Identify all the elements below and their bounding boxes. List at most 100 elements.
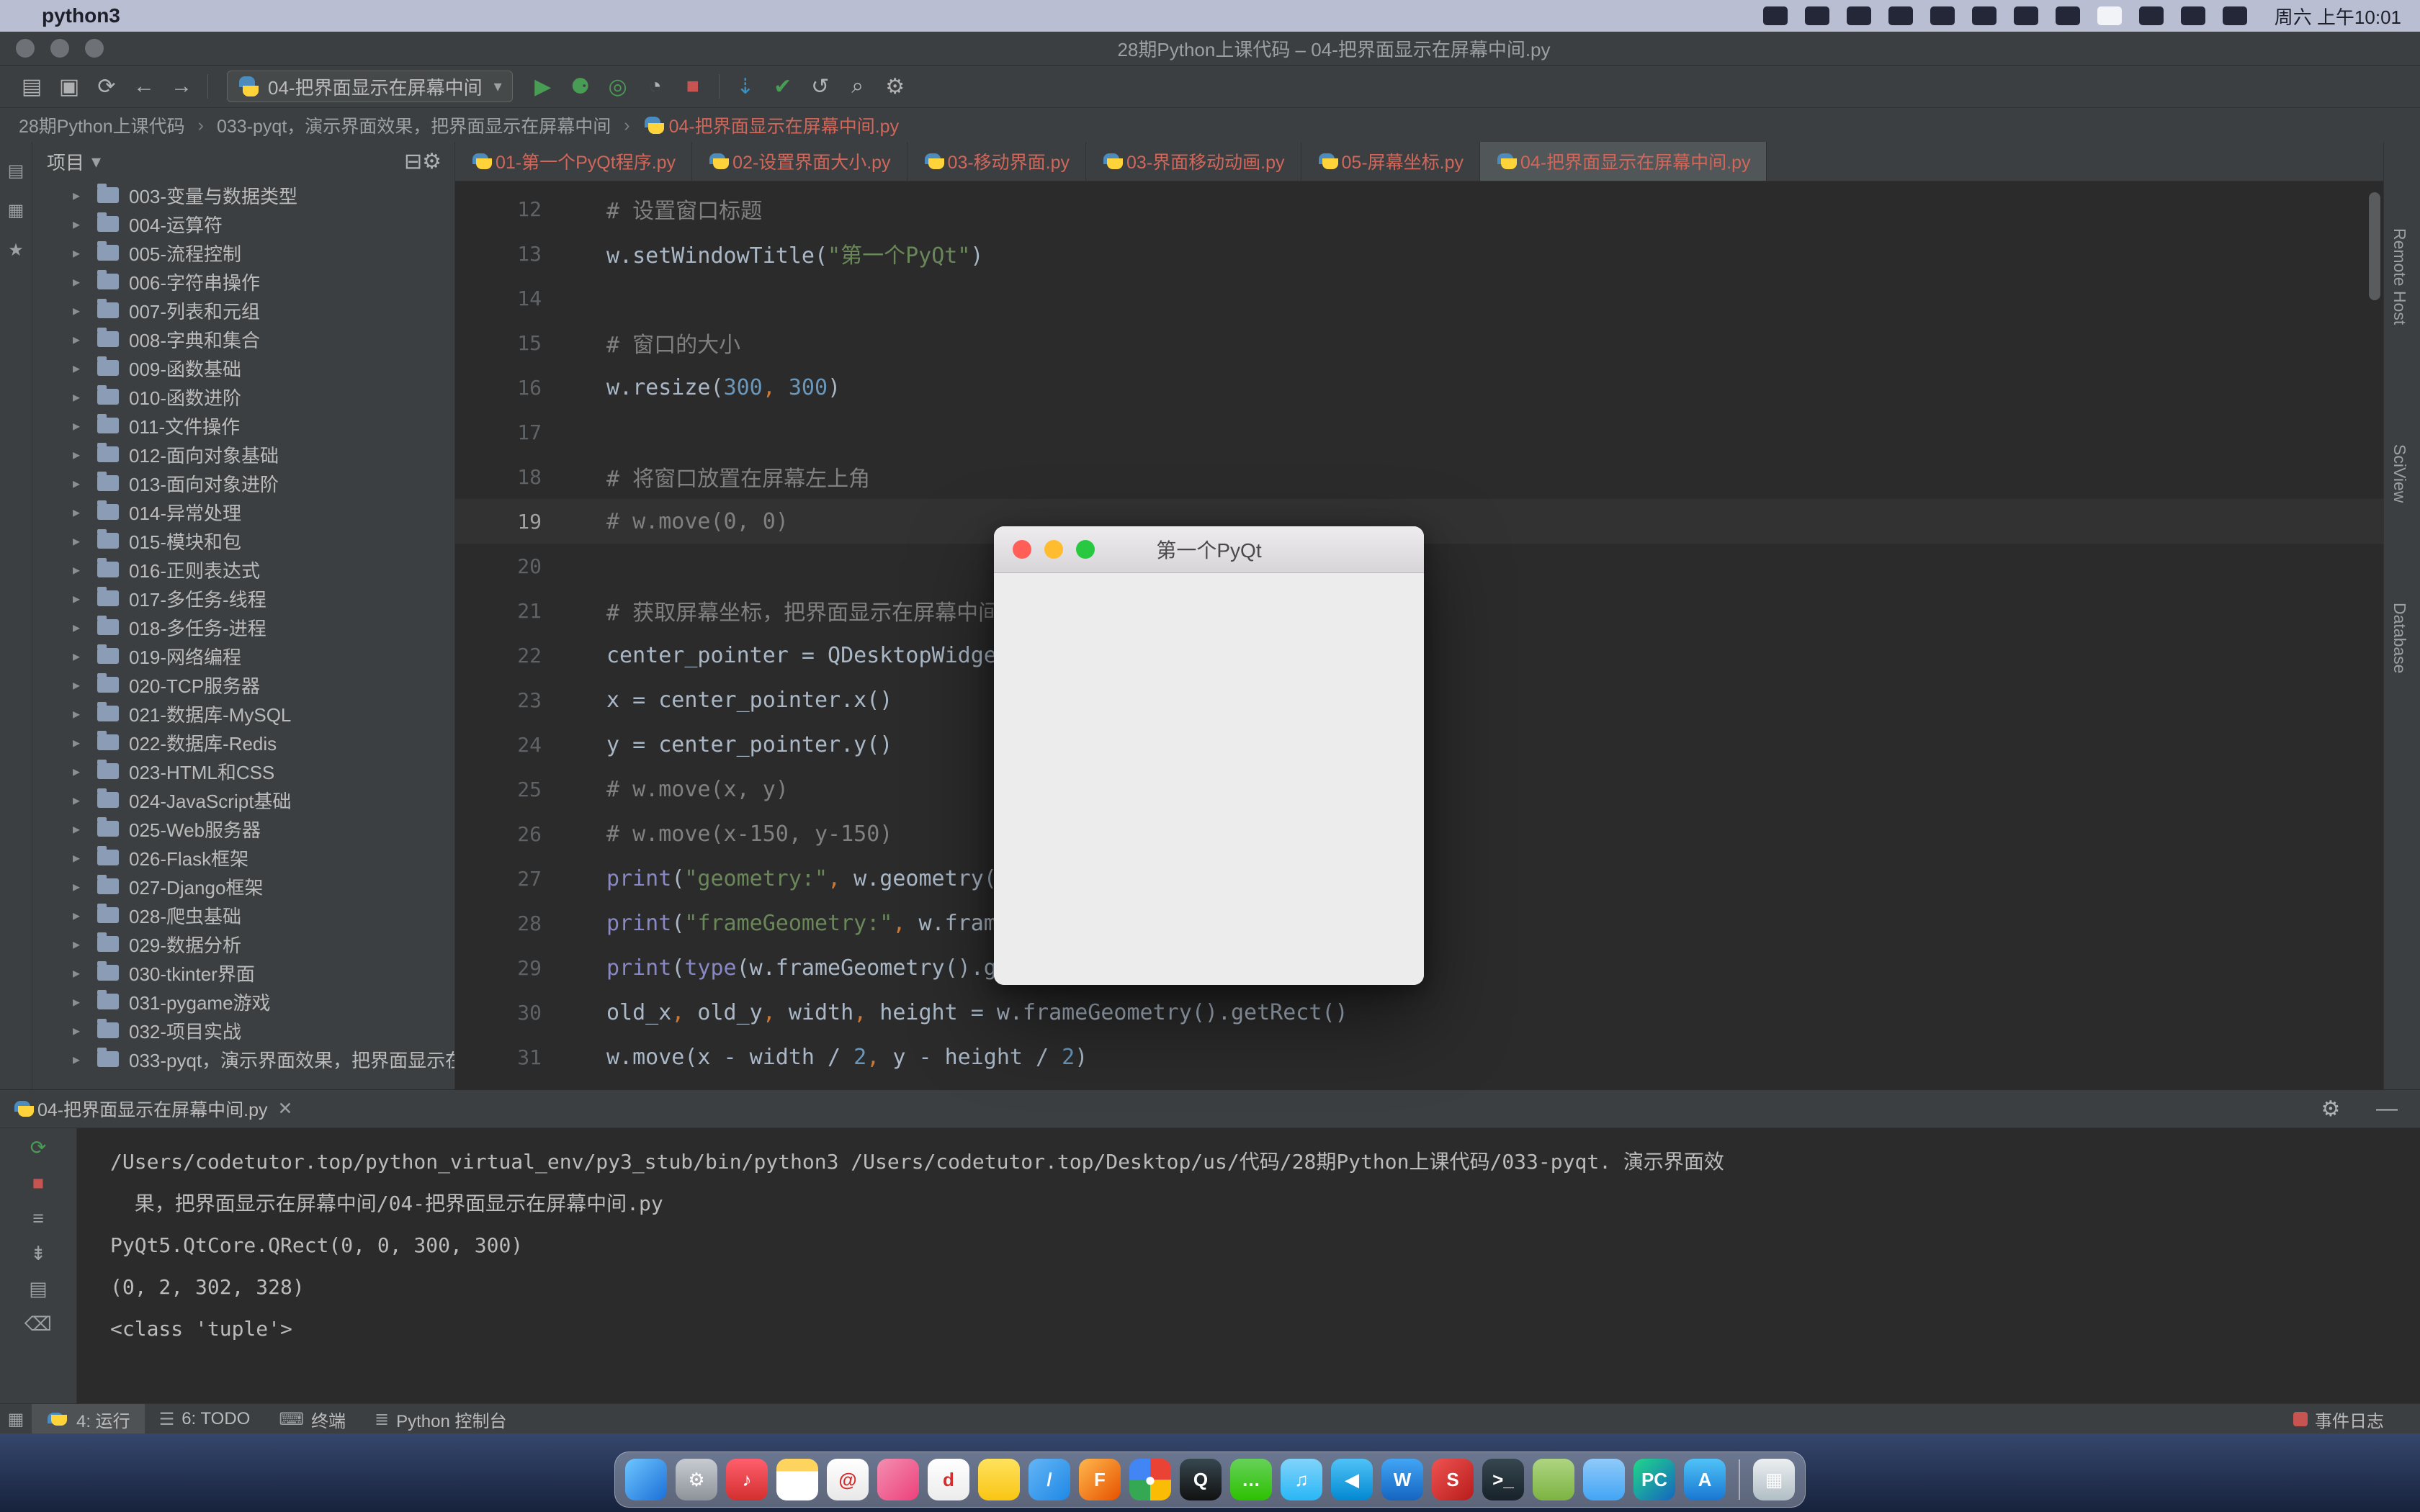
editor-tab[interactable]: 03-界面移动动画.py	[1086, 142, 1301, 181]
dock-item-finder[interactable]	[625, 1459, 667, 1500]
dock-item-dash[interactable]: d	[928, 1459, 969, 1500]
menubar-status-icon-10[interactable]	[2181, 6, 2205, 25]
dock-item-blue-app[interactable]	[1583, 1459, 1625, 1500]
collapse-all-icon[interactable]: ⊟	[404, 150, 422, 174]
chevron-right-icon[interactable]: ▸	[73, 215, 97, 233]
project-tree-item[interactable]: ▸024-JavaScript基础	[32, 786, 454, 814]
remote-host-toolwindow-tab[interactable]: Remote Host	[2390, 228, 2409, 325]
code-line[interactable]: 12# 设置窗口标题	[455, 186, 2383, 231]
history-icon[interactable]: ↺	[802, 74, 839, 99]
forward-icon[interactable]: →	[163, 74, 200, 99]
project-tree-item[interactable]: ▸028-爬虫基础	[32, 901, 454, 930]
dock-item-qq[interactable]: Q	[1180, 1459, 1222, 1500]
dock-item-firefox[interactable]: F	[1079, 1459, 1121, 1500]
chevron-right-icon[interactable]: ▸	[73, 561, 97, 579]
chevron-right-icon[interactable]: ▸	[73, 676, 97, 694]
chevron-right-icon[interactable]: ▸	[73, 935, 97, 953]
code-line[interactable]: 15# 窗口的大小	[455, 320, 2383, 365]
rerun-icon[interactable]: ⟳	[30, 1137, 47, 1159]
code-line[interactable]: 17	[455, 410, 2383, 454]
clear-icon[interactable]: ⌫	[24, 1313, 52, 1336]
dock-item-word[interactable]: W	[1381, 1459, 1423, 1500]
project-tree-item[interactable]: ▸025-Web服务器	[32, 814, 454, 843]
event-log-button[interactable]: 事件日志	[2279, 1407, 2398, 1432]
run-configuration-combo[interactable]: 04-把界面显示在屏幕中间 ▾	[227, 71, 513, 102]
chevron-right-icon[interactable]: ▸	[73, 532, 97, 550]
project-tree-item[interactable]: ▸026-Flask框架	[32, 843, 454, 872]
chevron-right-icon[interactable]: ▸	[73, 1050, 97, 1068]
project-tree-item[interactable]: ▸021-数据库-MySQL	[32, 699, 454, 728]
pycharm-titlebar[interactable]: 28期Python上课代码 – 04-把界面显示在屏幕中间.py	[0, 32, 2420, 66]
panel-settings-icon[interactable]: ⚙	[422, 150, 442, 174]
minimize-icon[interactable]: —	[2368, 1097, 2406, 1122]
toolwindow-button-python-[interactable]: ≣Python 控制台	[360, 1404, 521, 1434]
restore-layout-icon[interactable]: ≡	[32, 1207, 44, 1230]
editor-scrollbar[interactable]	[2369, 192, 2380, 300]
project-tree-item[interactable]: ▸033-pyqt，演示界面效果，把界面显示在屏幕中间	[32, 1045, 454, 1074]
menubar-status-icon-9[interactable]	[2139, 6, 2164, 25]
menubar-status-icon-2[interactable]	[1847, 6, 1871, 25]
project-tree-item[interactable]: ▸009-函数基础	[32, 354, 454, 382]
dock-item-sogou-input[interactable]: S	[1432, 1459, 1474, 1500]
chevron-right-icon[interactable]: ▸	[73, 388, 97, 406]
menubar-status-icon-0[interactable]	[1763, 6, 1788, 25]
menubar-status-icon-8[interactable]	[2097, 6, 2122, 25]
code-line[interactable]: 14	[455, 276, 2383, 320]
run-console-output[interactable]: /Users/codetutor.top/python_virtual_env/…	[77, 1128, 2420, 1405]
project-tree-item[interactable]: ▸023-HTML和CSS	[32, 757, 454, 786]
project-tree-item[interactable]: ▸022-数据库-Redis	[32, 728, 454, 757]
project-tree-item[interactable]: ▸032-项目实战	[32, 1016, 454, 1045]
chevron-right-icon[interactable]: ▸	[73, 964, 97, 982]
chevron-right-icon[interactable]: ▸	[73, 186, 97, 204]
sciview-toolwindow-tab[interactable]: SciView	[2390, 444, 2409, 503]
breadcrumb-item[interactable]: 28期Python上课代码	[19, 112, 185, 138]
project-tree-item[interactable]: ▸015-模块和包	[32, 526, 454, 555]
project-tree-item[interactable]: ▸005-流程控制	[32, 238, 454, 267]
editor-tab[interactable]: 03-移动界面.py	[908, 142, 1086, 181]
menubar-status-icon-11[interactable]	[2223, 6, 2247, 25]
editor-tab[interactable]: 01-第一个PyQt程序.py	[455, 142, 692, 181]
toolwindow-button--[interactable]: ⌨终端	[264, 1404, 360, 1434]
project-panel-header[interactable]: 项目 ▾ ⊟⚙	[32, 142, 454, 181]
back-icon[interactable]: ←	[125, 74, 163, 99]
toolwindow-button-6-todo[interactable]: ☰6: TODO	[145, 1404, 265, 1434]
chevron-right-icon[interactable]: ▸	[73, 791, 97, 809]
chevron-right-icon[interactable]: ▸	[73, 446, 97, 464]
dock-item-yellow-app[interactable]	[978, 1459, 1020, 1500]
chevron-right-icon[interactable]: ▸	[73, 359, 97, 377]
code-line[interactable]: 18# 将窗口放置在屏幕左上角	[455, 454, 2383, 499]
active-app-name[interactable]: python3	[42, 4, 120, 27]
menubar-status-icon-7[interactable]	[2056, 6, 2080, 25]
project-tree-item[interactable]: ▸020-TCP服务器	[32, 670, 454, 699]
code-line[interactable]: 31w.move(x - width / 2, y - height / 2)	[455, 1035, 2383, 1079]
project-tree-item[interactable]: ▸018-多任务-进程	[32, 613, 454, 642]
dock-item-notes[interactable]	[776, 1459, 818, 1500]
dock-item-trash[interactable]: ▦	[1753, 1459, 1795, 1500]
dock-item-system-preferences[interactable]: ⚙	[676, 1459, 717, 1500]
open-icon[interactable]: ▤	[13, 74, 50, 99]
dock-item-chrome[interactable]: ●	[1129, 1459, 1171, 1500]
settings-icon[interactable]: ⚙	[877, 74, 914, 99]
breadcrumb-item[interactable]: 033-pyqt，演示界面效果，把界面显示在屏幕中间	[217, 112, 611, 138]
menubar-status-icon-4[interactable]	[1930, 6, 1955, 25]
chevron-right-icon[interactable]: ▸	[73, 820, 97, 838]
chevron-right-icon[interactable]: ▸	[73, 273, 97, 291]
profiler-icon[interactable]: ◔	[637, 74, 674, 99]
chevron-right-icon[interactable]: ▸	[73, 330, 97, 348]
vcs-commit-icon[interactable]: ✔	[764, 74, 802, 99]
chevron-right-icon[interactable]: ▸	[73, 244, 97, 262]
structure-toolwindow-icon[interactable]: ▦	[8, 200, 24, 221]
project-tree-item[interactable]: ▸007-列表和元组	[32, 296, 454, 325]
project-tree-item[interactable]: ▸010-函数进阶	[32, 382, 454, 411]
scroll-to-end-icon[interactable]: ⇟	[30, 1243, 47, 1265]
editor-tab[interactable]: 04-把界面显示在屏幕中间.py	[1480, 142, 1767, 181]
code-line[interactable]: 13w.setWindowTitle("第一个PyQt")	[455, 231, 2383, 276]
project-tree-item[interactable]: ▸016-正则表达式	[32, 555, 454, 584]
menubar-status-icon-6[interactable]	[2014, 6, 2038, 25]
run-icon[interactable]: ▶	[524, 74, 562, 99]
project-tree-item[interactable]: ▸003-变量与数据类型	[32, 181, 454, 210]
coverage-icon[interactable]: ◎	[599, 74, 637, 99]
code-line[interactable]: 16w.resize(300, 300)	[455, 365, 2383, 410]
project-tree-item[interactable]: ▸011-文件操作	[32, 411, 454, 440]
search-everywhere-icon[interactable]: ⌕	[839, 74, 877, 99]
